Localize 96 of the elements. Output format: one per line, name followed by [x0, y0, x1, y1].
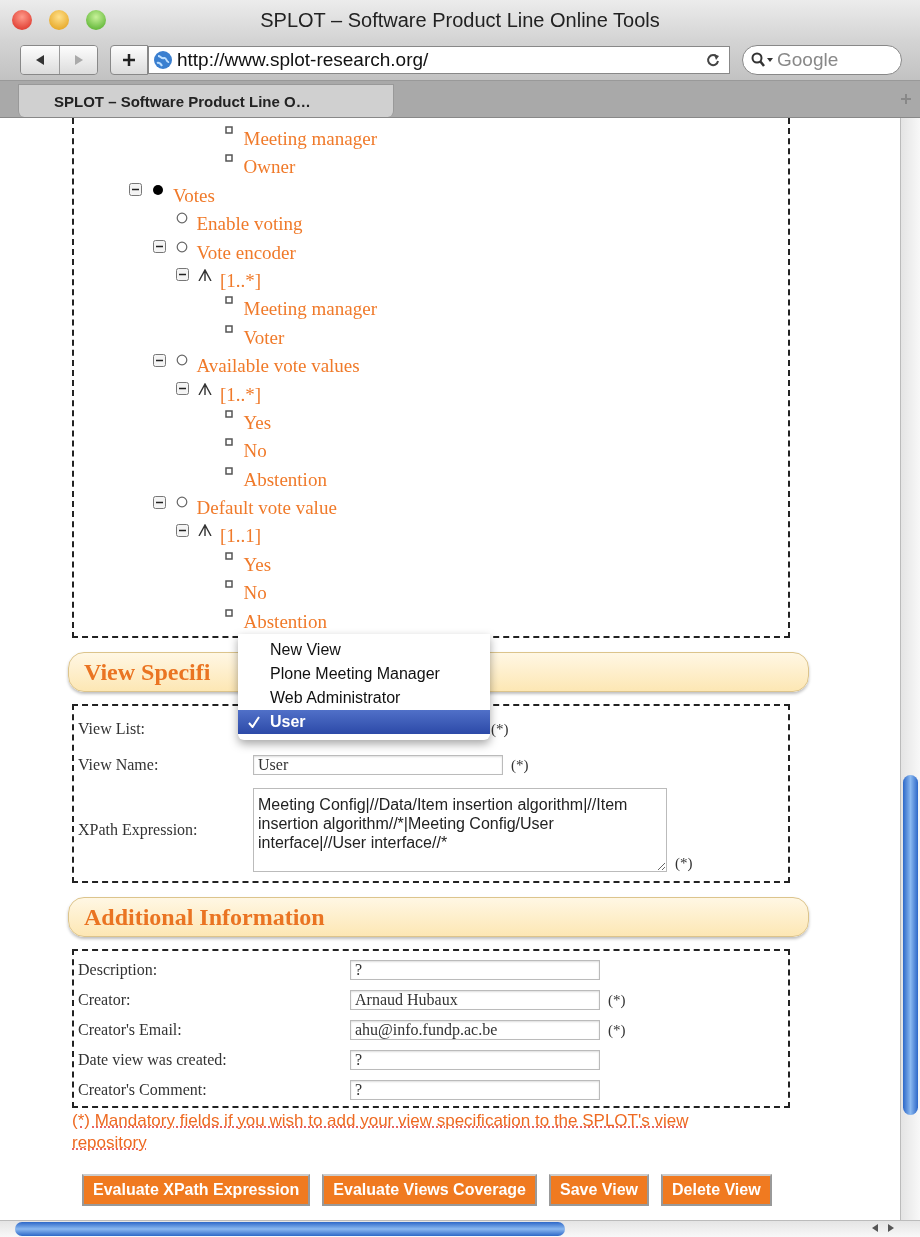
required-mark: (*) — [608, 1021, 626, 1039]
collapse-icon[interactable] — [176, 268, 189, 282]
window-title: SPLOT – Software Product Line Online Tools — [260, 8, 660, 32]
feature-label[interactable]: Meeting manager — [243, 298, 377, 321]
scrollbar-thumb[interactable] — [903, 775, 918, 1115]
menu-item[interactable]: User — [238, 710, 490, 734]
text-field[interactable]: User — [253, 755, 503, 775]
collapse-icon[interactable] — [152, 353, 166, 367]
circle-icon — [175, 496, 188, 509]
feature-label[interactable]: Votes — [173, 184, 215, 207]
scroll-left-icon[interactable] — [870, 1223, 880, 1233]
circle-icon — [175, 212, 188, 225]
square-icon — [224, 438, 233, 447]
square-icon — [224, 551, 233, 560]
action-button[interactable]: Delete View — [661, 1174, 772, 1206]
left-triangle-icon — [34, 54, 46, 66]
field-label: XPath Expression: — [78, 821, 199, 839]
feature-label[interactable]: Meeting manager — [243, 128, 377, 150]
menu-item[interactable]: New View — [238, 638, 490, 662]
text-field[interactable]: ? — [350, 960, 600, 980]
square-icon — [224, 154, 233, 163]
menu-item[interactable]: Plone Meeting Manager — [238, 662, 490, 686]
feature-label[interactable]: Owner — [243, 156, 296, 179]
field-label: Creator's Email: — [78, 1021, 183, 1039]
browser-tab[interactable]: SPLOT – Software Product Line O… — [18, 84, 394, 117]
feature-label[interactable]: No — [243, 440, 267, 463]
menu-item[interactable]: Web Administrator — [238, 686, 490, 710]
reload-icon[interactable] — [705, 52, 721, 68]
feature-label[interactable]: Voter — [243, 326, 285, 349]
field-label: Creator: — [78, 991, 132, 1009]
plus-icon — [121, 52, 137, 68]
fork-icon — [198, 524, 212, 537]
required-mark: (*) — [511, 756, 529, 774]
scrollbar-thumb[interactable] — [15, 1222, 565, 1236]
filled-circle-icon — [152, 183, 164, 196]
field-label: Creator's Comment: — [78, 1081, 208, 1099]
circle-icon — [175, 354, 188, 367]
square-icon — [224, 296, 233, 305]
feature-label[interactable]: Yes — [243, 411, 272, 434]
text-area[interactable]: Meeting Config|//Data/Item insertion algorithm|//Item insertion algorithm//*|Meeting Config/User interface|//User interface//* — [253, 788, 667, 872]
square-icon — [224, 409, 233, 418]
text-field[interactable]: ? — [350, 1080, 600, 1100]
collapse-icon[interactable] — [176, 382, 189, 395]
back-button[interactable] — [21, 46, 59, 74]
feature-label[interactable]: Available vote values — [196, 355, 360, 378]
close-button[interactable] — [12, 10, 32, 30]
required-mark: (*) — [491, 720, 509, 738]
circle-icon — [175, 240, 188, 253]
action-button[interactable]: Evaluate XPath Expression — [82, 1174, 311, 1206]
field-label: Date view was created: — [78, 1051, 228, 1069]
feature-label[interactable]: No — [243, 582, 267, 605]
field-label: View List: — [78, 720, 147, 738]
collapse-icon[interactable] — [176, 523, 189, 537]
right-triangle-icon — [72, 54, 85, 66]
feature-label[interactable]: Yes — [243, 553, 272, 576]
square-icon — [224, 608, 233, 617]
feature-label[interactable]: Abstention — [243, 468, 327, 491]
feature-label[interactable]: Default vote value — [196, 497, 337, 520]
search-box[interactable]: Google — [742, 45, 902, 75]
add-bookmark-button[interactable] — [110, 45, 148, 75]
text-field[interactable]: Arnaud Hubaux — [350, 990, 600, 1010]
text-field[interactable]: ? — [350, 1050, 600, 1070]
globe-icon — [153, 50, 173, 70]
checkmark-icon — [248, 716, 260, 728]
feature-label[interactable]: [1..*] — [220, 269, 262, 292]
collapse-icon[interactable] — [152, 240, 166, 254]
feature-label[interactable]: Vote encoder — [196, 241, 296, 264]
field-label: Description: — [78, 961, 159, 979]
required-mark: (*) — [675, 855, 693, 872]
collapse-icon[interactable] — [129, 183, 142, 197]
square-icon — [224, 466, 233, 475]
required-mark: (*) — [608, 991, 626, 1009]
text-field[interactable]: ahu@info.fundp.ac.be — [350, 1020, 600, 1040]
feature-label[interactable]: Abstention — [243, 610, 327, 633]
mandatory-note: (*) Mandatory fields if you wish to add your view specification to the SPLOT's view repository — [72, 1110, 690, 1154]
url-text: http://www.splot-research.org/ — [177, 49, 430, 71]
feature-label[interactable]: Enable voting — [196, 213, 303, 236]
section-title: Additional Information — [84, 903, 325, 931]
feature-label[interactable]: [1..1] — [220, 525, 262, 548]
address-field[interactable]: http://www.splot-research.org/ — [148, 46, 730, 74]
scroll-right-icon[interactable] — [886, 1223, 896, 1233]
square-icon — [224, 324, 233, 333]
square-icon — [224, 580, 233, 589]
search-icon — [751, 52, 775, 68]
feature-label[interactable]: [1..*] — [220, 383, 262, 406]
fork-icon — [198, 382, 212, 395]
square-icon — [224, 126, 233, 134]
vertical-scrollbar[interactable] — [900, 118, 920, 1220]
horizontal-scrollbar[interactable] — [0, 1220, 920, 1237]
field-label: View Name: — [78, 756, 160, 774]
section-title: View Specifi — [84, 658, 211, 686]
fork-icon — [198, 268, 212, 281]
search-field[interactable]: Google — [775, 48, 889, 72]
action-button[interactable]: Save View — [549, 1174, 649, 1206]
collapse-icon[interactable] — [152, 495, 166, 509]
action-button[interactable]: Evaluate Views Coverage — [322, 1174, 537, 1206]
